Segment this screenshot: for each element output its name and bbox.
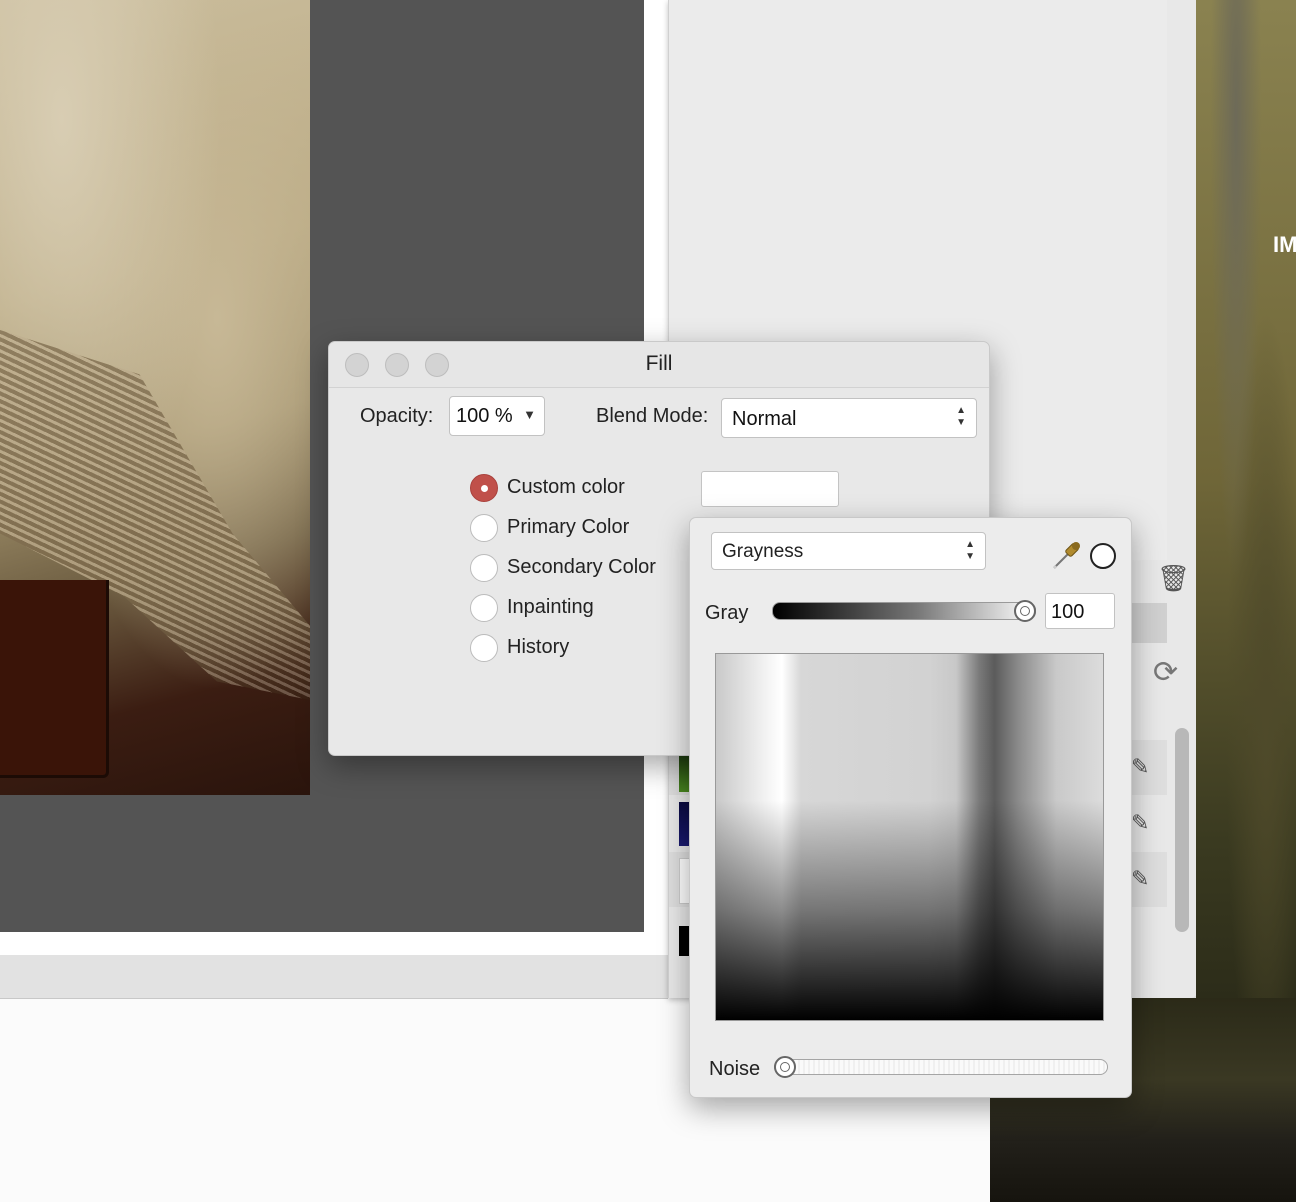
- gray-slider-track[interactable]: [772, 602, 1036, 620]
- opacity-combobox[interactable]: 100 % ▼: [449, 396, 545, 436]
- photo-drawer-detail: [0, 580, 109, 778]
- radio-button[interactable]: [470, 514, 498, 542]
- pencil-icon[interactable]: ✎: [1131, 754, 1149, 780]
- blend-mode-select[interactable]: Normal ▲ ▼: [721, 398, 977, 438]
- radio-button[interactable]: [470, 554, 498, 582]
- pencil-icon[interactable]: ✎: [1131, 810, 1149, 836]
- color-picker-popover: Grayness ▲ ▼ Gray 100 Noise: [689, 517, 1132, 1098]
- current-color-swatch[interactable]: [1090, 543, 1116, 569]
- layers-panel-header-strip: [1129, 603, 1167, 643]
- blend-mode-value: Normal: [732, 408, 797, 430]
- custom-color-well[interactable]: [701, 471, 839, 507]
- fill-dialog-titlebar[interactable]: Fill: [329, 342, 989, 388]
- noise-label: Noise: [709, 1058, 761, 1080]
- noise-slider-track[interactable]: [774, 1059, 1108, 1075]
- opacity-label: Opacity:: [360, 405, 434, 427]
- color-mode-select[interactable]: Grayness ▲ ▼: [711, 532, 986, 570]
- background-image-text: IM: [1273, 232, 1296, 257]
- pencil-icon[interactable]: ✎: [1131, 866, 1149, 892]
- dialog-title: Fill: [645, 352, 673, 375]
- radio-label: Primary Color: [507, 516, 630, 538]
- radio-button[interactable]: [470, 634, 498, 662]
- up-down-arrows-icon: ▲ ▼: [956, 405, 966, 428]
- up-down-arrows-icon: ▲ ▼: [965, 539, 975, 562]
- gray-slider-knob[interactable]: [1014, 600, 1036, 622]
- refresh-icon[interactable]: ⟳: [1153, 655, 1178, 690]
- opacity-value: 100 %: [456, 405, 513, 427]
- trash-icon[interactable]: 🗑: [1157, 563, 1190, 594]
- blend-mode-label: Blend Mode:: [596, 405, 709, 427]
- chevron-down-icon[interactable]: ▼: [523, 407, 536, 422]
- gray-label: Gray: [705, 602, 749, 624]
- eyedropper-icon[interactable]: [1050, 538, 1084, 572]
- layers-scrollbar-thumb[interactable]: [1175, 728, 1189, 932]
- radio-label: Secondary Color: [507, 556, 656, 578]
- radio-button[interactable]: [470, 594, 498, 622]
- gray-value: 100: [1051, 601, 1085, 623]
- radio-label: Custom color: [507, 476, 625, 498]
- gray-value-field[interactable]: 100: [1045, 593, 1115, 629]
- noise-slider-knob[interactable]: [774, 1056, 796, 1078]
- gray-color-field[interactable]: [715, 653, 1104, 1021]
- radio-label: History: [507, 636, 570, 658]
- canvas-background-bottom: [0, 795, 310, 932]
- color-mode-value: Grayness: [722, 541, 804, 562]
- document-status-bar: [0, 955, 668, 999]
- radio-label: Inpainting: [507, 596, 594, 618]
- canvas-border-bottom: [0, 932, 668, 955]
- radio-button-selected[interactable]: [470, 474, 498, 502]
